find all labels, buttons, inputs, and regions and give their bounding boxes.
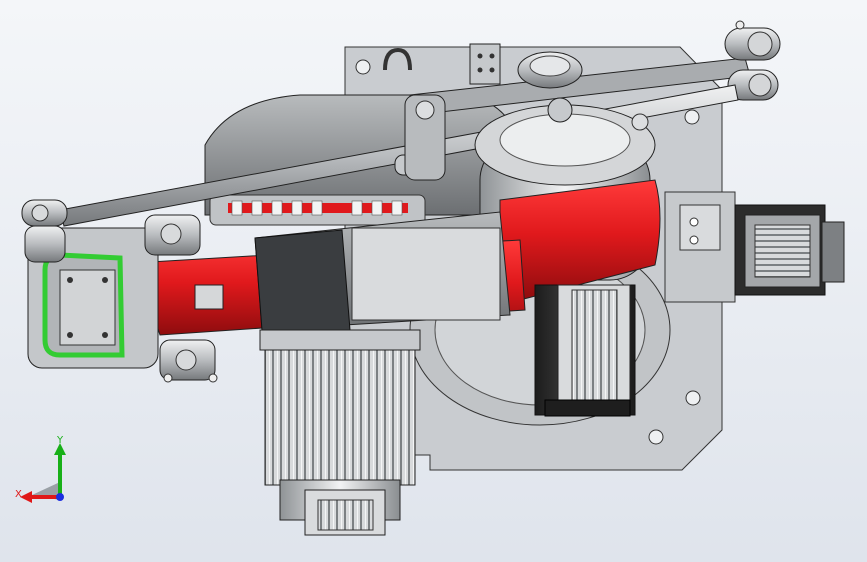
x-axis-label: X xyxy=(15,489,22,500)
plate-hole xyxy=(648,429,664,445)
servo-drive xyxy=(534,284,636,417)
connector-slot xyxy=(754,224,811,278)
coordinate-triad: Y X xyxy=(15,435,66,503)
plate-hole xyxy=(355,59,371,75)
arm-cover-top xyxy=(254,229,351,331)
bracket-hole xyxy=(689,235,699,245)
vertical-motor xyxy=(259,329,421,536)
y-axis-label: Y xyxy=(56,435,64,446)
bracket-hole xyxy=(689,217,699,227)
connector-cap xyxy=(821,221,845,283)
joint-cap xyxy=(194,284,224,310)
bracket-block xyxy=(679,204,721,251)
z-axis-dot xyxy=(56,493,64,501)
gear-teeth xyxy=(231,200,403,216)
plate-hole xyxy=(685,390,701,406)
cad-viewport[interactable] xyxy=(0,0,867,562)
plate-hole xyxy=(684,109,700,125)
clevis-lower xyxy=(159,339,218,383)
arm-cover-face xyxy=(351,227,501,321)
